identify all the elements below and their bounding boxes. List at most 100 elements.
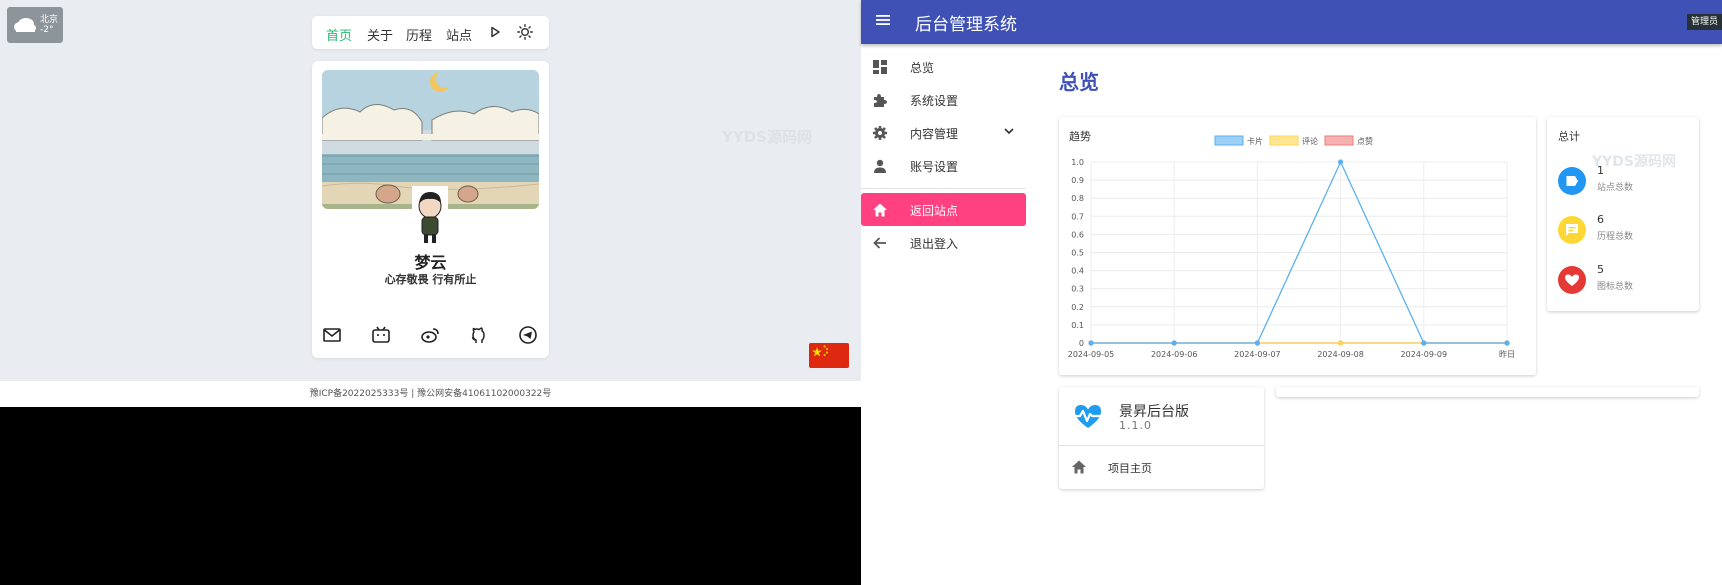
homepage-background: 北京 -2° 首页 关于 历程 站点 梦云 心存敬畏 行有所止 YYDS源码网 bbox=[0, 0, 861, 381]
weibo-icon[interactable] bbox=[420, 325, 440, 345]
heart-icon bbox=[1558, 266, 1586, 294]
sidebar-item-account-settings[interactable]: 账号设置 bbox=[861, 149, 1026, 182]
play-icon[interactable] bbox=[489, 26, 501, 38]
sun-icon[interactable] bbox=[517, 24, 533, 40]
app-title: 后台管理系统 bbox=[915, 15, 1017, 35]
y-tick-label: 0.5 bbox=[1071, 249, 1084, 258]
github-icon[interactable] bbox=[469, 325, 489, 345]
version-number: 1.1.0 bbox=[1119, 419, 1152, 432]
email-icon[interactable] bbox=[322, 325, 342, 345]
telegram-icon[interactable] bbox=[518, 325, 538, 345]
y-tick-label: 0.4 bbox=[1071, 267, 1084, 276]
legend-swatch bbox=[1214, 135, 1244, 146]
chart-y-axis: 0 0.1 0.2 0.3 0.4 0.5 0.6 0.7 0.8 0.9 1.0 bbox=[1071, 158, 1084, 348]
version-divider bbox=[1059, 445, 1264, 446]
message-icon bbox=[1558, 216, 1586, 244]
weather-city: 北京 bbox=[40, 15, 59, 25]
total-card-title: 总计 bbox=[1558, 130, 1580, 143]
legend-label: 卡片 bbox=[1247, 136, 1263, 146]
legend-swatch bbox=[1324, 135, 1354, 146]
sidebar-item-overview[interactable]: 总览 bbox=[861, 50, 1026, 83]
page-title: 总览 bbox=[1059, 70, 1099, 94]
dashboard-icon bbox=[873, 60, 887, 74]
version-card: 景昇后台版 1.1.0 项目主页 bbox=[1059, 387, 1264, 489]
home-icon bbox=[873, 203, 887, 217]
data-point bbox=[1338, 159, 1344, 165]
heart-pulse-icon bbox=[1072, 405, 1104, 428]
sidebar-item-label: 账号设置 bbox=[910, 160, 959, 174]
sidebar-item-label: 内容管理 bbox=[910, 127, 959, 141]
x-tick-label: 2024-09-06 bbox=[1151, 350, 1198, 359]
trend-chart: 0 0.1 0.2 0.3 0.4 0.5 0.6 0.7 0.8 0.9 1.0 2024-09-… bbox=[1068, 135, 1515, 359]
personal-homepage: 北京 -2° 首页 关于 历程 站点 梦云 心存敬畏 行有所止 YYDS源码网 … bbox=[0, 0, 861, 585]
stat-label: 图标总数 bbox=[1597, 282, 1634, 292]
data-point bbox=[1504, 340, 1510, 346]
china-flag-icon[interactable] bbox=[809, 343, 849, 368]
x-tick-label: 2024-09-08 bbox=[1317, 350, 1364, 359]
cloud-icon bbox=[14, 18, 36, 32]
y-tick-label: 0.9 bbox=[1071, 176, 1084, 185]
y-tick-label: 0.1 bbox=[1071, 321, 1084, 330]
sidebar-item-content-management[interactable]: 内容管理 bbox=[861, 116, 1026, 149]
empty-card bbox=[1276, 387, 1699, 397]
sidebar-item-system-settings[interactable]: 系统设置 bbox=[861, 83, 1026, 116]
sidebar-divider bbox=[861, 188, 1026, 189]
stat-label: 历程总数 bbox=[1597, 232, 1634, 242]
social-links bbox=[312, 325, 549, 345]
profile-motto: 心存敬畏 行有所止 bbox=[384, 273, 477, 286]
total-card: 总计 YYDS源码网 1 站点总数 6 历程总数 5 图标总数 bbox=[1547, 117, 1699, 311]
data-point bbox=[1171, 340, 1177, 346]
admin-panel: 后台管理系统 管理员 总览 系统设置 内容管理 账号设置 返回站点 退出登入 总… bbox=[861, 0, 1722, 585]
stat-history: 6 历程总数 bbox=[1558, 213, 1698, 247]
user-role-badge[interactable]: 管理员 bbox=[1686, 14, 1722, 30]
icp-footer[interactable]: 豫ICP备2022025333号 | 豫公网安备41061102000322号 bbox=[0, 381, 861, 407]
label-icon bbox=[1558, 167, 1586, 195]
y-tick-label: 0.2 bbox=[1071, 303, 1084, 312]
chart-legend: 卡片 评论 点赞 bbox=[1214, 135, 1373, 146]
legend-swatch bbox=[1269, 135, 1299, 146]
data-point bbox=[1254, 340, 1260, 346]
data-point bbox=[1088, 340, 1094, 346]
y-tick-label: 0.3 bbox=[1071, 285, 1084, 294]
stat-value: 6 bbox=[1597, 213, 1604, 226]
nav-history[interactable]: 历程 bbox=[406, 25, 432, 44]
stat-value: 5 bbox=[1597, 263, 1604, 276]
sidebar-item-label: 返回站点 bbox=[910, 204, 959, 218]
person-icon bbox=[874, 159, 886, 173]
profile-card: 梦云 心存敬畏 行有所止 bbox=[312, 61, 549, 358]
sidebar-item-label: 系统设置 bbox=[910, 94, 959, 108]
sidebar-item-label: 总览 bbox=[910, 61, 935, 75]
weather-widget[interactable]: 北京 -2° bbox=[7, 7, 63, 43]
arrow-left-icon bbox=[873, 237, 886, 249]
y-tick-label: 0.6 bbox=[1071, 230, 1084, 239]
x-tick-label: 2024-09-07 bbox=[1234, 350, 1281, 359]
y-tick-label: 0.8 bbox=[1071, 194, 1084, 203]
nav-about[interactable]: 关于 bbox=[367, 25, 393, 44]
stat-label: 站点总数 bbox=[1597, 183, 1634, 193]
sidebar-item-logout[interactable]: 退出登入 bbox=[861, 226, 1026, 259]
stat-sites: 1 站点总数 bbox=[1558, 164, 1698, 198]
sidebar-item-back-to-site[interactable]: 返回站点 bbox=[861, 193, 1026, 226]
menu-icon[interactable] bbox=[876, 14, 890, 26]
watermark: YYDS源码网 bbox=[722, 128, 812, 146]
app-bar: 后台管理系统 管理员 bbox=[861, 0, 1722, 44]
weather-temp: -2° bbox=[40, 25, 54, 35]
legend-label: 评论 bbox=[1302, 136, 1318, 146]
sidebar-item-label: 退出登入 bbox=[910, 237, 959, 251]
stat-icons: 5 图标总数 bbox=[1558, 263, 1698, 297]
project-home-link[interactable]: 项目主页 bbox=[1108, 460, 1152, 476]
chart-x-axis: 2024-09-05 2024-09-06 2024-09-07 2024-09-08… bbox=[1068, 349, 1515, 359]
data-point bbox=[1338, 340, 1344, 346]
version-name: 景昇后台版 bbox=[1119, 404, 1189, 420]
avatar bbox=[412, 186, 448, 243]
nav-sites[interactable]: 站点 bbox=[446, 25, 472, 44]
y-tick-label: 1.0 bbox=[1071, 158, 1084, 167]
nav-home[interactable]: 首页 bbox=[326, 25, 352, 44]
gear-icon bbox=[873, 126, 887, 140]
top-nav: 首页 关于 历程 站点 bbox=[312, 16, 549, 49]
bilibili-icon[interactable] bbox=[371, 325, 391, 345]
puzzle-icon bbox=[874, 94, 887, 107]
chevron-down-icon[interactable] bbox=[1004, 128, 1014, 135]
home-icon[interactable] bbox=[1071, 459, 1087, 475]
y-tick-label: 0 bbox=[1079, 339, 1084, 348]
